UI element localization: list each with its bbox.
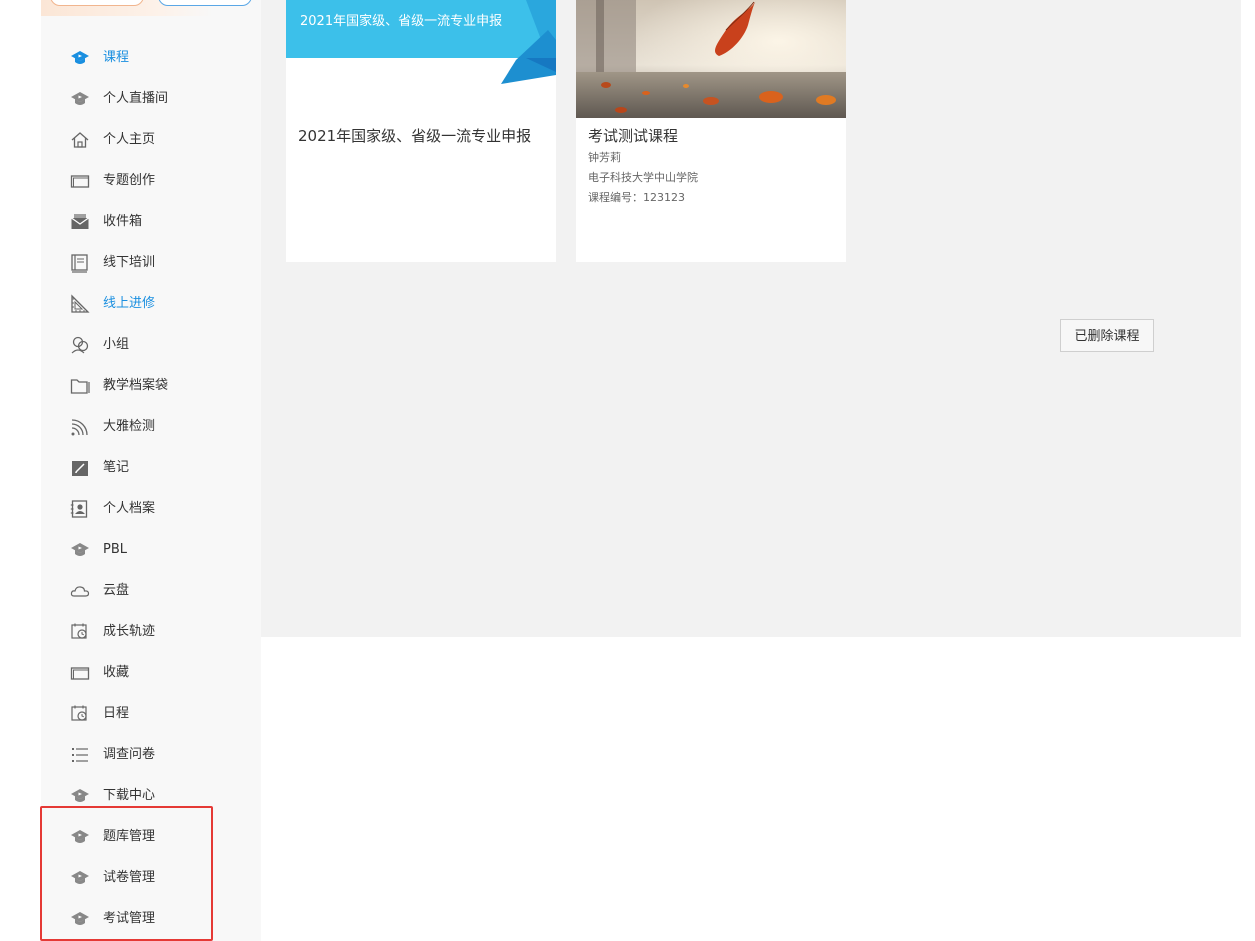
folder-icon — [70, 376, 90, 396]
note-icon — [70, 458, 90, 478]
sidebar-item-1-graduation-cap[interactable]: 个人直播间 — [41, 78, 261, 119]
profile-banner — [41, 0, 252, 16]
ruler-icon — [70, 294, 90, 314]
course-card[interactable]: 考试测试课程 钟芳莉 电子科技大学中山学院 课程编号：123123 — [576, 0, 846, 262]
sidebar-item-0-graduation-cap[interactable]: 课程 — [41, 37, 261, 78]
sidebar-item-15-window[interactable]: 收藏 — [41, 652, 261, 693]
cloud-icon — [70, 581, 90, 601]
graduation-cap-icon — [70, 89, 90, 109]
sidebar-item-label: 个人直播间 — [103, 91, 169, 106]
graduation-cap-icon — [70, 540, 90, 560]
sidebar-item-label: PBL — [103, 542, 128, 557]
sidebar-item-11-profile[interactable]: 个人档案 — [41, 488, 261, 529]
sidebar-item-label: 专题创作 — [103, 173, 156, 188]
sidebar-item-9-signal[interactable]: 大雅检测 — [41, 406, 261, 447]
sidebar-item-label: 日程 — [103, 706, 130, 721]
course-teacher: 钟芳莉 — [588, 151, 621, 164]
sidebar-item-16-calendar-clock[interactable]: 日程 — [41, 693, 261, 734]
list-icon — [70, 745, 90, 765]
envelope-icon — [70, 212, 90, 232]
home-icon — [70, 130, 90, 150]
sidebar-item-10-note[interactable]: 笔记 — [41, 447, 261, 488]
course-title[interactable]: 考试测试课程 — [588, 125, 678, 146]
sidebar-item-6-ruler[interactable]: 线上进修 — [41, 283, 261, 324]
sidebar-item-label: 收藏 — [103, 665, 130, 680]
sidebar-item-7-group[interactable]: 小组 — [41, 324, 261, 365]
sidebar-item-17-list[interactable]: 调查问卷 — [41, 734, 261, 775]
course-banner: 2021年国家级、省级一流专业申报 — [286, 0, 556, 118]
calendar-clock-icon — [70, 704, 90, 724]
sidebar-item-label: 教学档案袋 — [103, 378, 169, 393]
sidebar-item-label: 小组 — [103, 337, 130, 352]
window-icon — [70, 171, 90, 191]
sidebar-item-label: 云盘 — [103, 583, 130, 598]
sidebar-item-label: 大雅检测 — [103, 419, 156, 434]
sidebar-item-13-cloud[interactable]: 云盘 — [41, 570, 261, 611]
sidebar-item-label: 个人档案 — [103, 501, 156, 516]
sidebar-item-label: 笔记 — [103, 460, 130, 475]
sidebar-item-12-graduation-cap[interactable]: PBL — [41, 529, 261, 570]
graduation-cap-icon — [70, 786, 90, 806]
sidebar-item-label: 成长轨迹 — [103, 624, 156, 639]
course-school: 电子科技大学中山学院 — [588, 171, 698, 184]
autumn-leaves-image — [576, 0, 846, 118]
graduation-cap-icon — [70, 48, 90, 68]
sidebar-item-5-book[interactable]: 线下培训 — [41, 242, 261, 283]
course-code: 课程编号：123123 — [588, 191, 685, 204]
sidebar-item-label: 线上进修 — [103, 296, 156, 311]
calendar-clock-icon — [70, 622, 90, 642]
sidebar-item-label: 课程 — [103, 50, 130, 65]
group-icon — [70, 335, 90, 355]
sidebar-item-label: 下载中心 — [103, 788, 156, 803]
sidebar-item-label: 收件箱 — [103, 214, 143, 229]
sidebar-item-label: 个人主页 — [103, 132, 156, 147]
book-icon — [70, 253, 90, 273]
window-icon — [70, 663, 90, 683]
course-cover-image — [576, 0, 846, 118]
sidebar-item-label: 线下培训 — [103, 255, 156, 270]
sidebar-item-8-folder[interactable]: 教学档案袋 — [41, 365, 261, 406]
signal-icon — [70, 417, 90, 437]
deleted-courses-button[interactable]: 已删除课程 — [1060, 319, 1154, 352]
banner-text: 2021年国家级、省级一流专业申报 — [300, 14, 503, 29]
course-title[interactable]: 2021年国家级、省级一流专业申报 — [298, 125, 531, 146]
profile-button-right[interactable] — [158, 0, 252, 6]
sidebar-item-4-envelope[interactable]: 收件箱 — [41, 201, 261, 242]
sidebar-item-2-home[interactable]: 个人主页 — [41, 119, 261, 160]
profile-button-left[interactable] — [50, 0, 144, 6]
profile-icon — [70, 499, 90, 519]
highlight-box — [40, 806, 213, 941]
course-card[interactable]: 2021年国家级、省级一流专业申报 2021年国家级、省级一流专业申报 — [286, 0, 556, 262]
sidebar: 课程个人直播间个人主页专题创作收件箱线下培训线上进修小组教学档案袋大雅检测笔记个… — [41, 0, 261, 941]
main-content: 2021年国家级、省级一流专业申报 2021年国家级、省级一流专业申报 考试测试… — [261, 0, 1241, 637]
sidebar-item-3-window[interactable]: 专题创作 — [41, 160, 261, 201]
sidebar-nav: 课程个人直播间个人主页专题创作收件箱线下培训线上进修小组教学档案袋大雅检测笔记个… — [41, 37, 261, 939]
sidebar-item-label: 调查问卷 — [103, 747, 156, 762]
sidebar-item-14-calendar-clock[interactable]: 成长轨迹 — [41, 611, 261, 652]
